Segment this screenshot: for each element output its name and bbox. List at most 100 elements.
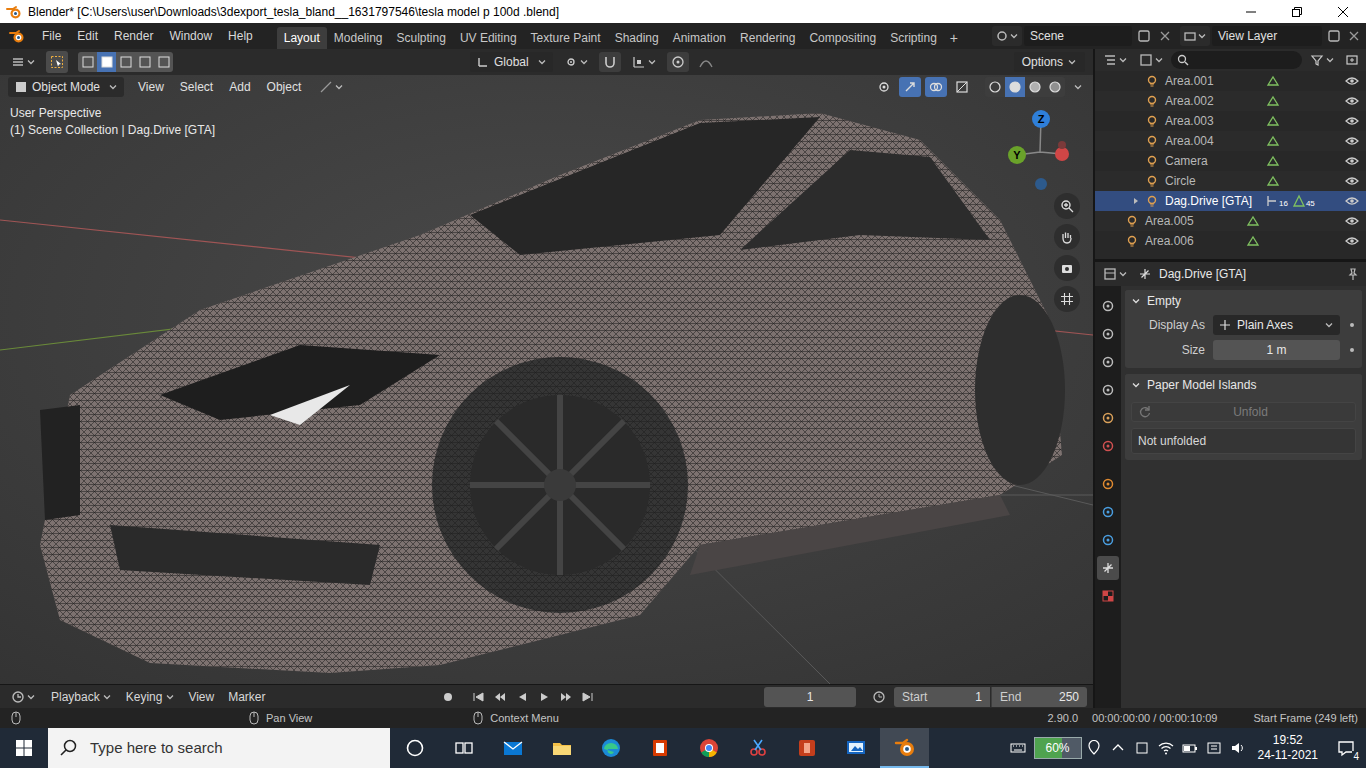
outliner-row[interactable]: Area.003 — [1095, 111, 1366, 131]
shading-mode-icon[interactable] — [985, 77, 1005, 97]
scene-tab-icon[interactable] — [1097, 406, 1119, 430]
current-frame-field[interactable]: 1 — [764, 687, 856, 707]
timeline-menu[interactable]: Playback — [44, 688, 119, 706]
panel-header[interactable]: Empty — [1125, 290, 1362, 312]
copy-scene-icon[interactable] — [1134, 26, 1154, 46]
volume-icon[interactable] — [1226, 728, 1250, 768]
battery-widget[interactable]: 60% — [1034, 737, 1082, 759]
workspace-tab[interactable]: Layout — [277, 27, 327, 49]
scene-icon[interactable] — [992, 26, 1022, 46]
view-layer-icon[interactable] — [1180, 26, 1210, 46]
shading-mode-icon[interactable] — [1025, 77, 1045, 97]
outliner-row[interactable]: Area.005 — [1095, 211, 1366, 231]
keyboard-icon[interactable] — [1006, 728, 1030, 768]
windows-start-icon[interactable] — [0, 728, 48, 768]
viewport-menu-item[interactable]: Select — [172, 78, 221, 96]
end-frame-field[interactable]: End250 — [991, 687, 1087, 707]
presentation-app-icon[interactable] — [782, 728, 831, 768]
play-icon[interactable] — [534, 687, 554, 707]
texture-tab-icon[interactable] — [1097, 584, 1119, 608]
properties-editor-icon[interactable] — [1099, 265, 1131, 283]
outliner-item-name[interactable]: Area.006 — [1145, 232, 1241, 250]
visibility-icon[interactable] — [873, 77, 895, 97]
outliner-row[interactable]: Dag.Drive [GTA]1645 — [1095, 191, 1366, 211]
camera-view-icon[interactable] — [1054, 255, 1080, 281]
task-view-icon[interactable] — [439, 728, 488, 768]
ortho-grid-icon[interactable] — [1054, 286, 1080, 312]
outliner-editor-icon[interactable] — [1099, 51, 1131, 69]
display-as-dropdown[interactable]: Plain Axes — [1213, 315, 1340, 335]
visibility-eye-icon[interactable] — [1344, 73, 1360, 89]
outliner-row[interactable]: Camera — [1095, 151, 1366, 171]
current-frame[interactable]: 1 — [807, 688, 814, 706]
shading-mode-icon[interactable] — [1045, 77, 1065, 97]
blender-menu-icon[interactable] — [8, 27, 26, 45]
tool-tab-icon[interactable] — [1097, 294, 1119, 318]
edge-icon[interactable] — [586, 728, 635, 768]
show-hidden-icon[interactable] — [1106, 728, 1130, 768]
workspace-tab[interactable]: UV Editing — [453, 27, 524, 49]
xray-icon[interactable] — [951, 77, 973, 97]
timeline-editor-icon[interactable] — [6, 687, 40, 707]
timeline-menu-item[interactable]: Marker — [228, 688, 265, 706]
field-value[interactable]: 1 m — [1266, 341, 1286, 359]
menu-item[interactable]: File — [34, 25, 69, 47]
end-value[interactable]: 250 — [1059, 688, 1079, 706]
viewport-menu-item[interactable]: Object — [259, 78, 310, 96]
taskbar-search[interactable]: Type here to search — [48, 728, 390, 768]
shading-options-icon[interactable] — [1071, 77, 1085, 97]
mode-dropdown[interactable]: Object Mode — [8, 77, 124, 97]
minimize-icon[interactable] — [1228, 0, 1274, 23]
outliner-item-name[interactable]: Area.001 — [1165, 72, 1261, 90]
visibility-eye-icon[interactable] — [1344, 93, 1360, 109]
select-mode-icon[interactable] — [116, 52, 135, 72]
keyframe-dot-icon[interactable] — [1348, 321, 1356, 329]
jump-start-icon[interactable] — [468, 687, 488, 707]
workspace-tab[interactable]: Sculpting — [390, 27, 453, 49]
snap-icon[interactable] — [599, 52, 621, 72]
timeline-menu[interactable]: Keying — [119, 688, 182, 706]
menu-item[interactable]: Edit — [69, 25, 106, 47]
close-icon[interactable] — [1320, 0, 1366, 23]
workspace-tab[interactable]: Compositing — [802, 27, 883, 49]
workspace-tab[interactable]: Texture Paint — [524, 27, 608, 49]
search-placeholder[interactable]: Type here to search — [90, 737, 223, 760]
timeline-menu-item[interactable]: Playback — [51, 688, 100, 706]
outliner-row[interactable]: Area.001 — [1095, 71, 1366, 91]
view-layer-field[interactable]: View Layer — [1212, 26, 1322, 46]
visibility-eye-icon[interactable] — [1344, 193, 1360, 209]
outliner-row[interactable]: Area.006 — [1095, 231, 1366, 251]
expand-chevron-icon[interactable] — [1131, 296, 1141, 306]
gizmo-icon[interactable] — [899, 77, 921, 97]
language-icon[interactable] — [1202, 728, 1226, 768]
start-value[interactable]: 1 — [975, 688, 982, 706]
field-value[interactable]: Plain Axes — [1237, 316, 1293, 334]
wifi-icon[interactable] — [1154, 728, 1178, 768]
options-dropdown[interactable]: Options — [1014, 52, 1085, 72]
outliner-item-name[interactable]: Circle — [1165, 172, 1261, 190]
navigation-gizmo[interactable]: ZY — [1000, 105, 1080, 197]
panel-title[interactable]: Empty — [1147, 292, 1181, 310]
display-mode-icon[interactable] — [1135, 51, 1167, 69]
viewport[interactable]: Object ModeViewSelectAddObjectUser Persp… — [0, 75, 1093, 684]
keyframe-dot-icon[interactable] — [1348, 346, 1356, 354]
jump-end-icon[interactable] — [578, 687, 598, 707]
preview-range-icon[interactable] — [868, 687, 890, 707]
start-frame-field[interactable]: Start1 — [894, 687, 990, 707]
overlay-icon[interactable] — [925, 77, 947, 97]
workspace-tab[interactable]: Scripting — [883, 27, 944, 49]
pivot-icon[interactable] — [559, 52, 593, 72]
mode-label[interactable]: Object Mode — [32, 78, 100, 96]
zoom-icon[interactable] — [1054, 193, 1080, 219]
visibility-eye-icon[interactable] — [1344, 213, 1360, 229]
visibility-eye-icon[interactable] — [1344, 133, 1360, 149]
timeline-menu-item[interactable]: Keying — [126, 688, 163, 706]
outliner-item-name[interactable]: Dag.Drive [GTA] — [1165, 192, 1261, 210]
viewport-menu-item[interactable]: Add — [221, 78, 258, 96]
object-tab-icon[interactable] — [1097, 472, 1119, 496]
usb-icon[interactable] — [1130, 728, 1154, 768]
menu-item[interactable]: Help — [220, 25, 261, 47]
outliner-row[interactable]: Area.002 — [1095, 91, 1366, 111]
clock-date[interactable]: 24-11-2021 — [1258, 748, 1319, 763]
output-tab-icon[interactable] — [1097, 350, 1119, 374]
